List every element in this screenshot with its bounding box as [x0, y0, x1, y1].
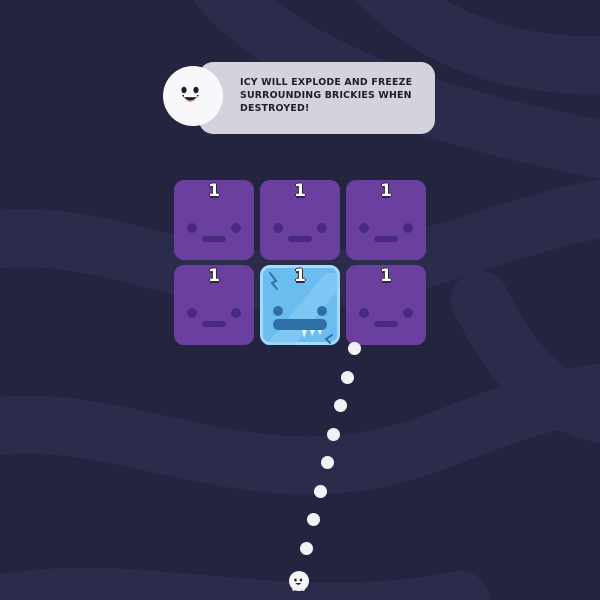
aim-trajectory-dot: [314, 485, 327, 498]
smiling-ball-face-icon: [163, 66, 223, 126]
brick-hit-points: 1: [380, 181, 392, 201]
game-stage[interactable]: ICY WILL EXPLODE AND FREEZE SURROUNDING …: [0, 0, 600, 600]
brick-hit-points: 1: [294, 266, 306, 286]
aim-trajectory-dot: [307, 513, 320, 526]
aim-trajectory-dot: [321, 456, 334, 469]
aim-trajectory-dot: [334, 399, 347, 412]
brick-hit-points: 1: [380, 266, 392, 286]
aim-trajectory-dot: [348, 342, 361, 355]
tutorial-text: ICY WILL EXPLODE AND FREEZE SURROUNDING …: [240, 77, 413, 114]
brick-hit-points: 1: [208, 266, 220, 286]
icy-brick: 1: [260, 265, 340, 345]
purple-brick: 1: [346, 265, 426, 345]
tutorial-tip: ICY WILL EXPLODE AND FREEZE SURROUNDING …: [163, 60, 438, 136]
aim-trajectory-dot: [300, 542, 313, 555]
purple-brick: 1: [346, 180, 426, 260]
aim-trajectory-dot: [341, 371, 354, 384]
brick-hit-points: 1: [208, 181, 220, 201]
brick-hit-points: 1: [294, 181, 306, 201]
purple-brick: 1: [174, 265, 254, 345]
tutorial-bubble: ICY WILL EXPLODE AND FREEZE SURROUNDING …: [199, 62, 435, 134]
ball-with-face-icon[interactable]: [288, 570, 310, 592]
aim-trajectory-dot: [327, 428, 340, 441]
purple-brick: 1: [260, 180, 340, 260]
purple-brick: 1: [174, 180, 254, 260]
